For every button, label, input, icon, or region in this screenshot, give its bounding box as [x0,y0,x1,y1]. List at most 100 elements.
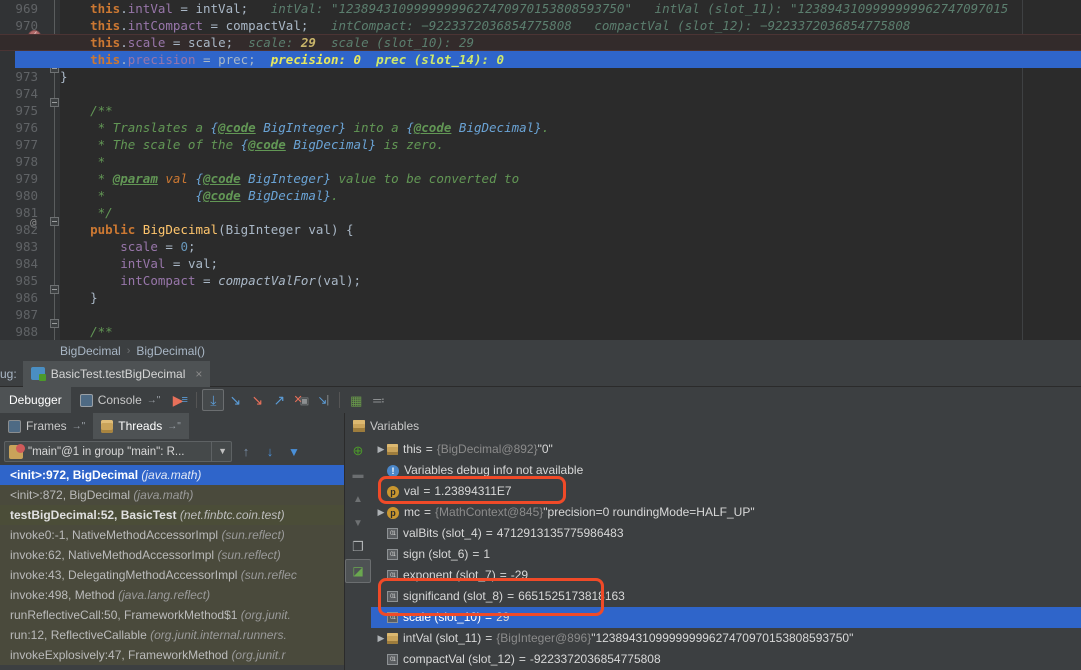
code-line[interactable]: * [60,153,1081,170]
code-line[interactable]: intVal = val; [60,255,1081,272]
frames-up-button[interactable]: ↑ [236,442,256,462]
evaluate-expression-button[interactable]: ▦ [345,389,367,411]
code-line[interactable]: public BigDecimal(BigInteger val) { [60,221,1081,238]
step-over-button[interactable]: ⤓ [202,389,225,411]
variables-panel-header[interactable]: Variables [345,413,1081,439]
code-line[interactable]: this.intCompact = compactVal; intCompact… [60,17,1081,34]
copy-value-button[interactable]: ❐ [345,535,371,559]
tab-frames[interactable]: Frames →" [0,413,93,439]
code-line[interactable] [60,85,1081,102]
frame-row[interactable]: runReflectiveCall:50, FrameworkMethod$1 … [0,605,344,625]
show-execution-point-button[interactable]: ▶ ≡ [169,389,191,411]
code-line[interactable]: } [60,289,1081,306]
expand-triangle-icon[interactable]: ▶ [375,502,387,523]
code-line[interactable]: * Translates a {@code BigInteger} into a… [60,119,1081,136]
expand-triangle-icon[interactable]: ▶ [375,628,387,649]
frame-row[interactable]: run:12, ReflectiveCallable (org.junit.in… [0,625,344,645]
code-line[interactable]: * {@code BigDecimal}. [60,187,1081,204]
code-line[interactable]: * The scale of the {@code BigDecimal} is… [60,136,1081,153]
threads-overflow-icon[interactable]: →" [167,421,181,432]
code-line[interactable]: this.intVal = intVal; intVal: "123894310… [60,0,1081,17]
frame-row[interactable]: <init>:872, BigDecimal (java.math) [0,485,344,505]
fold-icon[interactable] [50,217,59,226]
fold-icon[interactable] [50,285,59,294]
tab-overflow-icon[interactable]: →" [147,395,161,406]
frames-filter-button[interactable]: ▼ [284,442,304,462]
frames-down-button[interactable]: ↓ [260,442,280,462]
variable-row[interactable]: ▶ intVal (slot_11) = {BigInteger@896} "1238… [371,628,1081,649]
variable-row[interactable]: ·01 compactVal (slot_12)=-922337203685477… [371,649,1081,670]
variable-row[interactable]: ·pval=1.23894311E7 [371,481,1081,502]
fold-icon[interactable] [50,98,59,107]
frames-overflow-icon[interactable]: →" [72,421,86,432]
variable-row[interactable]: ·01 sign (slot_6)=1 [371,544,1081,565]
inspect-button[interactable]: ◪ [345,559,371,583]
run-configuration-tab[interactable]: BasicTest.testBigDecimal × [22,360,211,387]
variables-tree[interactable]: ▶this={BigDecimal@892} "0"·!Variables de… [371,439,1081,670]
add-watch-button[interactable]: ⊕ [345,439,371,463]
code-line[interactable]: this.scale = scale; scale: 29 scale (slo… [60,34,1081,51]
frame-row[interactable]: invoke0:-1, NativeMethodAccessorImpl (su… [0,525,344,545]
variables-toolbar[interactable]: ⊕ ▬ ▲ ▼ ❐ ◪ [345,439,371,670]
code-editor[interactable]: @ 96997097197297397497597697797897998098… [0,0,1081,340]
debugger-toolbar[interactable]: Debugger Console →" ▶ ≡ ⤓ ↘ ↘ ↗ ✕ ▣ ↘ | … [0,387,1081,413]
arrow-down-icon: ↓ [266,444,274,459]
code-line[interactable]: * @param val {@code BigInteger} value to… [60,170,1081,187]
step-into-button[interactable]: ↘ [224,389,246,411]
tab-console[interactable]: Console →" [71,387,170,413]
frame-row[interactable]: invoke:43, DelegatingMethodAccessorImpl … [0,565,344,585]
chevron-down-icon[interactable]: ▼ [211,442,227,461]
frame-package: (java.math) [141,468,202,482]
breadcrumb-item-method[interactable]: BigDecimal() [136,344,205,358]
frame-row[interactable]: invoke:498, Method (java.lang.reflect) [0,585,344,605]
breadcrumb-item-class[interactable]: BigDecimal [60,344,121,358]
frames-panel-header[interactable]: Frames →" Threads →" [0,413,345,439]
tab-variables[interactable]: Variables [345,413,427,439]
variable-row[interactable]: ·01 exponent (slot_7)=-29 [371,565,1081,586]
breadcrumb[interactable]: BigDecimal › BigDecimal() [0,340,1081,361]
frame-row[interactable]: <init>:972, BigDecimal (java.math) [0,465,344,485]
code-line[interactable]: /** [60,323,1081,340]
code-line[interactable] [60,306,1081,323]
equals-sign: = [485,526,493,540]
code-line[interactable]: } [60,68,1081,85]
primitive-value-icon: 01 [387,612,398,623]
variable-row[interactable]: ·01 significand (slot_8)=6651525173818163 [371,586,1081,607]
code-line[interactable]: /** [60,102,1081,119]
line-number: 984 [15,256,38,271]
drop-frame-button[interactable]: ✕ ▣ [290,389,312,411]
code-text-area[interactable]: this.intVal = intVal; intVal: "123894310… [0,0,1081,340]
frame-row[interactable]: invokeExplosively:47, FrameworkMethod (o… [0,645,344,665]
fold-icon[interactable] [50,319,59,328]
code-line[interactable]: this.precision = prec; precision: 0 prec… [60,51,1081,68]
step-out-button[interactable]: ↗ [268,389,290,411]
force-step-into-button[interactable]: ↘ [246,389,268,411]
variable-row[interactable]: ·! Variables debug info not available [371,460,1081,481]
variable-row[interactable]: ▶ p mc = {MathContext@845} "precision=0 roun… [371,502,1081,523]
threads-icon [101,419,114,433]
thread-selector-dropdown[interactable]: "main"@1 in group "main": R... ▼ [4,441,232,462]
step-into-icon: ↘ [229,392,242,408]
tab-debugger[interactable]: Debugger [0,387,71,413]
variable-row[interactable]: ▶ this = {BigDecimal@892} "0" [371,439,1081,460]
frame-row[interactable]: invoke:62, NativeMethodAccessorImpl (sun… [0,545,344,565]
frame-row[interactable]: testBigDecimal:52, BasicTest (net.finbtc… [0,505,344,525]
variable-row[interactable]: ·01 valBits (slot_4)=4712913135775986483 [371,523,1081,544]
frames-list[interactable]: <init>:972, BigDecimal (java.math) <init>… [0,465,344,665]
variable-reference: {BigInteger@896} [496,631,592,645]
run-to-cursor-button[interactable]: ↘ | [312,389,334,411]
expand-triangle-icon[interactable]: ▶ [375,439,387,460]
debugger-settings-button[interactable]: ≕ [367,389,389,411]
move-down-button[interactable]: ▼ [345,511,371,535]
variable-row[interactable]: ·01 scale (slot_10)=29 [371,607,1081,628]
line-number: 988 [15,324,38,339]
copy-icon: ❐ [352,539,364,554]
tab-threads[interactable]: Threads →" [93,413,189,439]
variables-panel[interactable]: ⊕ ▬ ▲ ▼ ❐ ◪ ▶this={BigDecimal@892} "0"·!… [345,439,1081,670]
frames-panel[interactable]: "main"@1 in group "main": R... ▼ ↑ ↓ ▼ <… [0,439,345,670]
code-line[interactable]: */ [60,204,1081,221]
move-up-button[interactable]: ▲ [345,487,371,511]
close-icon[interactable]: × [195,367,202,381]
code-line[interactable]: intCompact = compactValFor(val); [60,272,1081,289]
code-line[interactable]: scale = 0; [60,238,1081,255]
